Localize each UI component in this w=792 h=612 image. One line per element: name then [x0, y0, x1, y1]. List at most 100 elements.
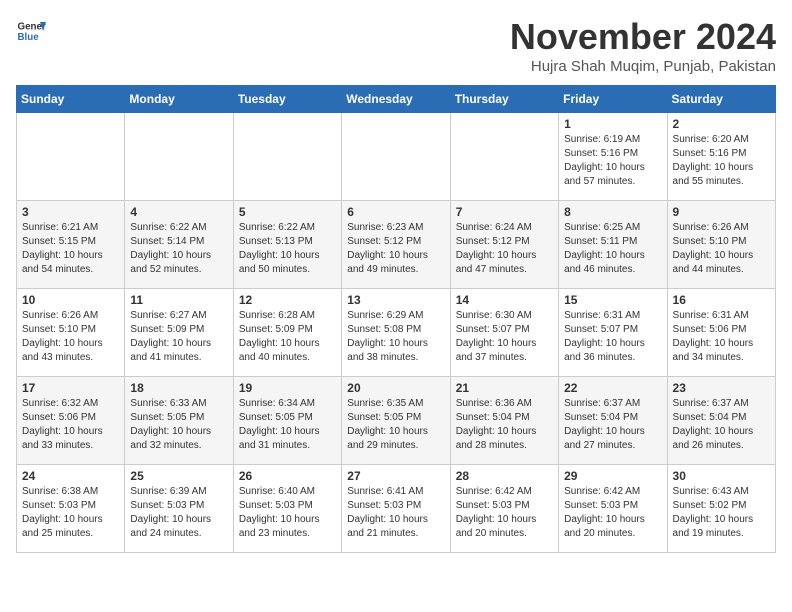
day-info: Sunrise: 6:21 AM Sunset: 5:15 PM Dayligh…	[22, 221, 119, 277]
calendar-body: 1 Sunrise: 6:19 AM Sunset: 5:16 PM Daylig…	[17, 113, 776, 553]
day-number: 23	[673, 381, 770, 395]
day-number: 4	[130, 205, 227, 219]
day-header-saturday: Saturday	[667, 86, 775, 113]
calendar-cell: 18 Sunrise: 6:33 AM Sunset: 5:05 PM Dayli…	[125, 377, 233, 465]
day-info: Sunrise: 6:37 AM Sunset: 5:04 PM Dayligh…	[673, 397, 770, 453]
day-info: Sunrise: 6:34 AM Sunset: 5:05 PM Dayligh…	[239, 397, 336, 453]
calendar-cell	[233, 113, 341, 201]
calendar-cell: 5 Sunrise: 6:22 AM Sunset: 5:13 PM Daylig…	[233, 201, 341, 289]
day-header-friday: Friday	[559, 86, 667, 113]
day-number: 16	[673, 293, 770, 307]
day-number: 6	[347, 205, 444, 219]
day-number: 5	[239, 205, 336, 219]
calendar-cell: 4Sunrise: 6:22 AM Sunset: 5:14 PM Daylig…	[125, 201, 233, 289]
day-info: Sunrise: 6:43 AM Sunset: 5:02 PM Dayligh…	[673, 485, 770, 541]
day-number: 29	[564, 469, 661, 483]
day-info: Sunrise: 6:31 AM Sunset: 5:06 PM Dayligh…	[673, 309, 770, 365]
day-number: 24	[22, 469, 119, 483]
calendar-cell: 17Sunrise: 6:32 AM Sunset: 5:06 PM Dayli…	[17, 377, 125, 465]
calendar-cell: 28Sunrise: 6:42 AM Sunset: 5:03 PM Dayli…	[450, 465, 558, 553]
day-number: 3	[22, 205, 119, 219]
calendar-cell: 20 Sunrise: 6:35 AM Sunset: 5:05 PM Dayli…	[342, 377, 450, 465]
calendar-table: SundayMondayTuesdayWednesdayThursdayFrid…	[16, 85, 776, 553]
calendar-cell	[450, 113, 558, 201]
day-info: Sunrise: 6:33 AM Sunset: 5:05 PM Dayligh…	[130, 397, 227, 453]
day-info: Sunrise: 6:29 AM Sunset: 5:08 PM Dayligh…	[347, 309, 444, 365]
day-info: Sunrise: 6:42 AM Sunset: 5:03 PM Dayligh…	[456, 485, 553, 541]
calendar-cell: 19 Sunrise: 6:34 AM Sunset: 5:05 PM Dayli…	[233, 377, 341, 465]
week-row-1: 1 Sunrise: 6:19 AM Sunset: 5:16 PM Daylig…	[17, 113, 776, 201]
day-number: 17	[22, 381, 119, 395]
calendar-cell	[125, 113, 233, 201]
calendar-cell	[342, 113, 450, 201]
day-number: 22	[564, 381, 661, 395]
day-header-sunday: Sunday	[17, 86, 125, 113]
day-info: Sunrise: 6:35 AM Sunset: 5:05 PM Dayligh…	[347, 397, 444, 453]
svg-text:Blue: Blue	[18, 32, 40, 43]
day-number: 2	[673, 117, 770, 131]
day-number: 12	[239, 293, 336, 307]
page-header: General Blue November 2024 Hujra Shah Mu…	[16, 16, 776, 75]
calendar-cell: 9 Sunrise: 6:26 AM Sunset: 5:10 PM Daylig…	[667, 201, 775, 289]
calendar-cell: 1 Sunrise: 6:19 AM Sunset: 5:16 PM Daylig…	[559, 113, 667, 201]
calendar-header-row: SundayMondayTuesdayWednesdayThursdayFrid…	[17, 86, 776, 113]
calendar-cell: 26 Sunrise: 6:40 AM Sunset: 5:03 PM Dayli…	[233, 465, 341, 553]
logo: General Blue	[16, 16, 46, 46]
calendar-cell: 29 Sunrise: 6:42 AM Sunset: 5:03 PM Dayli…	[559, 465, 667, 553]
day-number: 19	[239, 381, 336, 395]
logo-icon: General Blue	[16, 16, 46, 46]
day-number: 8	[564, 205, 661, 219]
day-header-thursday: Thursday	[450, 86, 558, 113]
calendar-cell	[17, 113, 125, 201]
day-info: Sunrise: 6:22 AM Sunset: 5:13 PM Dayligh…	[239, 221, 336, 277]
calendar-cell: 10 Sunrise: 6:26 AM Sunset: 5:10 PM Dayli…	[17, 289, 125, 377]
calendar-cell: 30 Sunrise: 6:43 AM Sunset: 5:02 PM Dayli…	[667, 465, 775, 553]
day-info: Sunrise: 6:26 AM Sunset: 5:10 PM Dayligh…	[22, 309, 119, 365]
week-row-4: 17Sunrise: 6:32 AM Sunset: 5:06 PM Dayli…	[17, 377, 776, 465]
day-number: 21	[456, 381, 553, 395]
day-info: Sunrise: 6:24 AM Sunset: 5:12 PM Dayligh…	[456, 221, 553, 277]
day-number: 11	[130, 293, 227, 307]
week-row-3: 10 Sunrise: 6:26 AM Sunset: 5:10 PM Dayli…	[17, 289, 776, 377]
calendar-cell: 14Sunrise: 6:30 AM Sunset: 5:07 PM Dayli…	[450, 289, 558, 377]
day-number: 20	[347, 381, 444, 395]
calendar-cell: 25Sunrise: 6:39 AM Sunset: 5:03 PM Dayli…	[125, 465, 233, 553]
day-number: 7	[456, 205, 553, 219]
day-number: 30	[673, 469, 770, 483]
month-title: November 2024	[510, 16, 776, 58]
calendar-cell: 7 Sunrise: 6:24 AM Sunset: 5:12 PM Daylig…	[450, 201, 558, 289]
day-number: 25	[130, 469, 227, 483]
calendar-cell: 3 Sunrise: 6:21 AM Sunset: 5:15 PM Daylig…	[17, 201, 125, 289]
day-number: 18	[130, 381, 227, 395]
day-info: Sunrise: 6:31 AM Sunset: 5:07 PM Dayligh…	[564, 309, 661, 365]
week-row-5: 24 Sunrise: 6:38 AM Sunset: 5:03 PM Dayli…	[17, 465, 776, 553]
calendar-cell: 22Sunrise: 6:37 AM Sunset: 5:04 PM Dayli…	[559, 377, 667, 465]
day-header-wednesday: Wednesday	[342, 86, 450, 113]
day-info: Sunrise: 6:42 AM Sunset: 5:03 PM Dayligh…	[564, 485, 661, 541]
calendar-cell: 27 Sunrise: 6:41 AM Sunset: 5:03 PM Dayli…	[342, 465, 450, 553]
day-number: 13	[347, 293, 444, 307]
calendar-cell: 13 Sunrise: 6:29 AM Sunset: 5:08 PM Dayli…	[342, 289, 450, 377]
day-info: Sunrise: 6:40 AM Sunset: 5:03 PM Dayligh…	[239, 485, 336, 541]
week-row-2: 3 Sunrise: 6:21 AM Sunset: 5:15 PM Daylig…	[17, 201, 776, 289]
day-header-monday: Monday	[125, 86, 233, 113]
day-number: 9	[673, 205, 770, 219]
day-info: Sunrise: 6:20 AM Sunset: 5:16 PM Dayligh…	[673, 133, 770, 189]
day-info: Sunrise: 6:26 AM Sunset: 5:10 PM Dayligh…	[673, 221, 770, 277]
calendar-cell: 8 Sunrise: 6:25 AM Sunset: 5:11 PM Daylig…	[559, 201, 667, 289]
day-info: Sunrise: 6:28 AM Sunset: 5:09 PM Dayligh…	[239, 309, 336, 365]
day-info: Sunrise: 6:38 AM Sunset: 5:03 PM Dayligh…	[22, 485, 119, 541]
day-info: Sunrise: 6:23 AM Sunset: 5:12 PM Dayligh…	[347, 221, 444, 277]
day-header-tuesday: Tuesday	[233, 86, 341, 113]
calendar-cell: 12 Sunrise: 6:28 AM Sunset: 5:09 PM Dayli…	[233, 289, 341, 377]
calendar-cell: 23 Sunrise: 6:37 AM Sunset: 5:04 PM Dayli…	[667, 377, 775, 465]
day-number: 1	[564, 117, 661, 131]
day-info: Sunrise: 6:41 AM Sunset: 5:03 PM Dayligh…	[347, 485, 444, 541]
day-number: 27	[347, 469, 444, 483]
day-info: Sunrise: 6:27 AM Sunset: 5:09 PM Dayligh…	[130, 309, 227, 365]
calendar-cell: 11 Sunrise: 6:27 AM Sunset: 5:09 PM Dayli…	[125, 289, 233, 377]
day-info: Sunrise: 6:19 AM Sunset: 5:16 PM Dayligh…	[564, 133, 661, 189]
day-number: 26	[239, 469, 336, 483]
day-info: Sunrise: 6:25 AM Sunset: 5:11 PM Dayligh…	[564, 221, 661, 277]
day-number: 10	[22, 293, 119, 307]
